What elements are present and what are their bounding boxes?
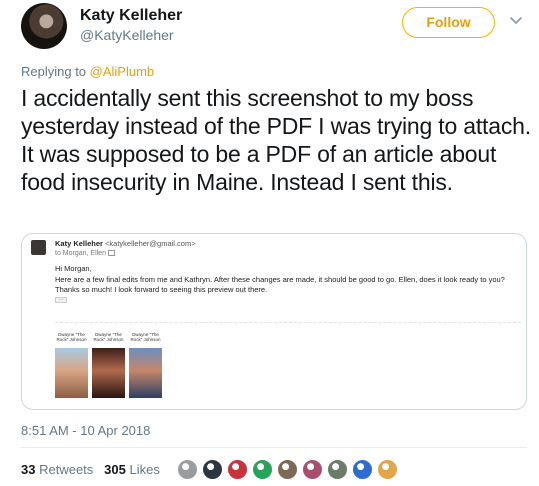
liker-avatar[interactable]: [177, 459, 198, 480]
liker-avatar[interactable]: [377, 459, 398, 480]
email-sender: Katy Kelleher <katykelleher@gmail.com>: [55, 239, 196, 248]
author-name[interactable]: Katy Kelleher: [80, 7, 182, 25]
attachment-photo: [92, 348, 125, 398]
liker-avatar[interactable]: [327, 459, 348, 480]
replying-to: Replying to @AliPlumb: [21, 64, 154, 79]
attachment-thumbnail: Dwayne "The Rock" Johnson: [92, 332, 125, 400]
likes-label: Likes: [129, 462, 160, 477]
retweets-stat[interactable]: 33 Retweets: [21, 462, 93, 477]
liker-avatar[interactable]: [302, 459, 323, 480]
email-sender-avatar: [31, 240, 46, 255]
chevron-down-icon[interactable]: [509, 13, 523, 27]
attachment-photo: [55, 348, 88, 398]
attachment-caption: Dwayne "The Rock" Johnson: [56, 332, 87, 342]
email-recipients-label: to Morgan, Ellen: [55, 250, 106, 257]
email-divider: [55, 322, 521, 323]
follow-button[interactable]: Follow: [402, 7, 495, 38]
email-body-line: Here are a few final edits from me and K…: [55, 275, 505, 284]
attachment-photo: [129, 348, 162, 398]
attachment-thumbnail: Dwayne "The Rock" Johnson: [55, 332, 88, 400]
email-closing-line: Thanks so much! I look forward to seeing…: [55, 285, 268, 294]
attachment-caption: Dwayne "The Rock" Johnson: [93, 332, 124, 342]
liker-avatar[interactable]: [202, 459, 223, 480]
attachment-thumbnail: Dwayne "The Rock" Johnson: [129, 332, 162, 400]
liker-avatar[interactable]: [227, 459, 248, 480]
retweets-count: 33: [21, 462, 36, 477]
email-sender-name: Katy Kelleher: [55, 239, 103, 248]
attachment-caption: Dwayne "The Rock" Johnson: [130, 332, 161, 342]
liker-avatar[interactable]: [352, 459, 373, 480]
author-handle[interactable]: @KatyKelleher: [80, 27, 174, 43]
email-sender-address: <katykelleher@gmail.com>: [105, 239, 196, 248]
tweet-timestamp[interactable]: 8:51 AM - 10 Apr 2018: [21, 423, 150, 438]
liker-avatar[interactable]: [277, 459, 298, 480]
likes-stat[interactable]: 305 Likes: [104, 462, 160, 477]
tweet-text: I accidentally sent this screenshot to m…: [21, 85, 531, 195]
engagement-stats: 33 Retweets 305 Likes: [21, 462, 160, 477]
retweets-label: Retweets: [39, 462, 94, 477]
liker-avatar[interactable]: [252, 459, 273, 480]
likes-count: 305: [104, 462, 126, 477]
reply-mention-link[interactable]: @AliPlumb: [90, 64, 155, 79]
email-greeting: Hi Morgan,: [55, 264, 92, 273]
tweet-image-card[interactable]: Katy Kelleher <katykelleher@gmail.com> t…: [21, 233, 527, 410]
author-avatar[interactable]: [21, 3, 67, 49]
email-body: Here are a few final edits from me and K…: [55, 275, 520, 295]
email-recipients: to Morgan, Ellen: [55, 250, 115, 257]
email-ellipsis: ...: [55, 297, 67, 303]
stats-divider: [21, 447, 527, 448]
replying-prefix: Replying to: [21, 64, 90, 79]
recipients-dropdown-icon: [107, 250, 115, 257]
